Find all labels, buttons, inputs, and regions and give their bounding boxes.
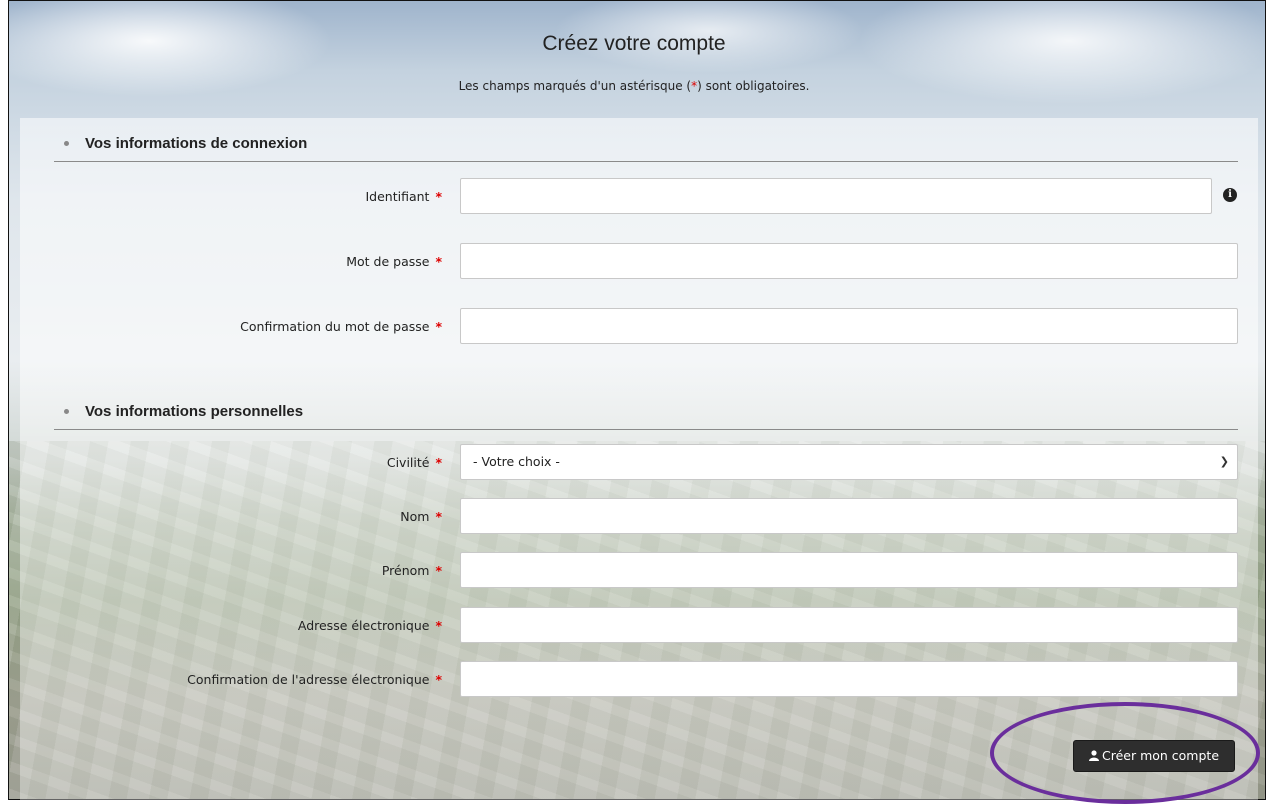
field-row-identifiant: Identifiant * i — [0, 178, 1268, 216]
field-row-confirmation-email: Confirmation de l'adresse électronique * — [0, 661, 1268, 699]
field-row-prenom: Prénom * — [0, 552, 1268, 590]
civilite-label: Civilité * — [386, 455, 442, 470]
highlight-annotation-ring — [990, 702, 1260, 804]
prenom-input[interactable] — [460, 552, 1238, 588]
bullet-icon — [64, 408, 69, 414]
section-heading-personnelles: Vos informations personnelles — [54, 403, 1238, 430]
page-title: Créez votre compte — [542, 32, 726, 55]
confirmation-mdp-input[interactable] — [460, 308, 1238, 344]
field-row-civilite: Civilité * - Votre choix - ❯ — [0, 444, 1268, 482]
required-fields-notice: Les champs marqués d'un astérisque (*) s… — [458, 79, 810, 93]
email-label: Adresse électronique * — [297, 618, 442, 633]
identifiant-input[interactable] — [460, 178, 1212, 214]
civilite-select[interactable]: - Votre choix - ❯ — [460, 444, 1238, 480]
prenom-label: Prénom * — [381, 563, 442, 578]
mot-de-passe-label: Mot de passe * — [346, 254, 442, 269]
chevron-down-icon: ❯ — [1219, 455, 1229, 468]
email-input[interactable] — [460, 607, 1238, 643]
confirmation-mdp-label: Confirmation du mot de passe * — [240, 319, 442, 334]
section-heading-connexion: Vos informations de connexion — [54, 135, 1238, 162]
field-row-confirmation-mdp: Confirmation du mot de passe * — [0, 308, 1268, 346]
field-row-email: Adresse électronique * — [0, 607, 1268, 645]
field-row-nom: Nom * — [0, 498, 1268, 536]
mot-de-passe-input[interactable] — [460, 243, 1238, 279]
confirmation-email-input[interactable] — [460, 661, 1238, 697]
confirmation-email-label: Confirmation de l'adresse électronique * — [187, 672, 442, 687]
nom-input[interactable] — [460, 498, 1238, 534]
account-form: Créez votre compte Les champs marqués d'… — [0, 0, 1268, 804]
nom-label: Nom * — [400, 509, 442, 524]
civilite-selected-value: - Votre choix - — [473, 454, 560, 469]
identifiant-label: Identifiant * — [365, 189, 442, 204]
field-row-mot-de-passe: Mot de passe * — [0, 243, 1268, 281]
bullet-icon — [64, 140, 69, 146]
info-icon[interactable]: i — [1223, 188, 1237, 202]
